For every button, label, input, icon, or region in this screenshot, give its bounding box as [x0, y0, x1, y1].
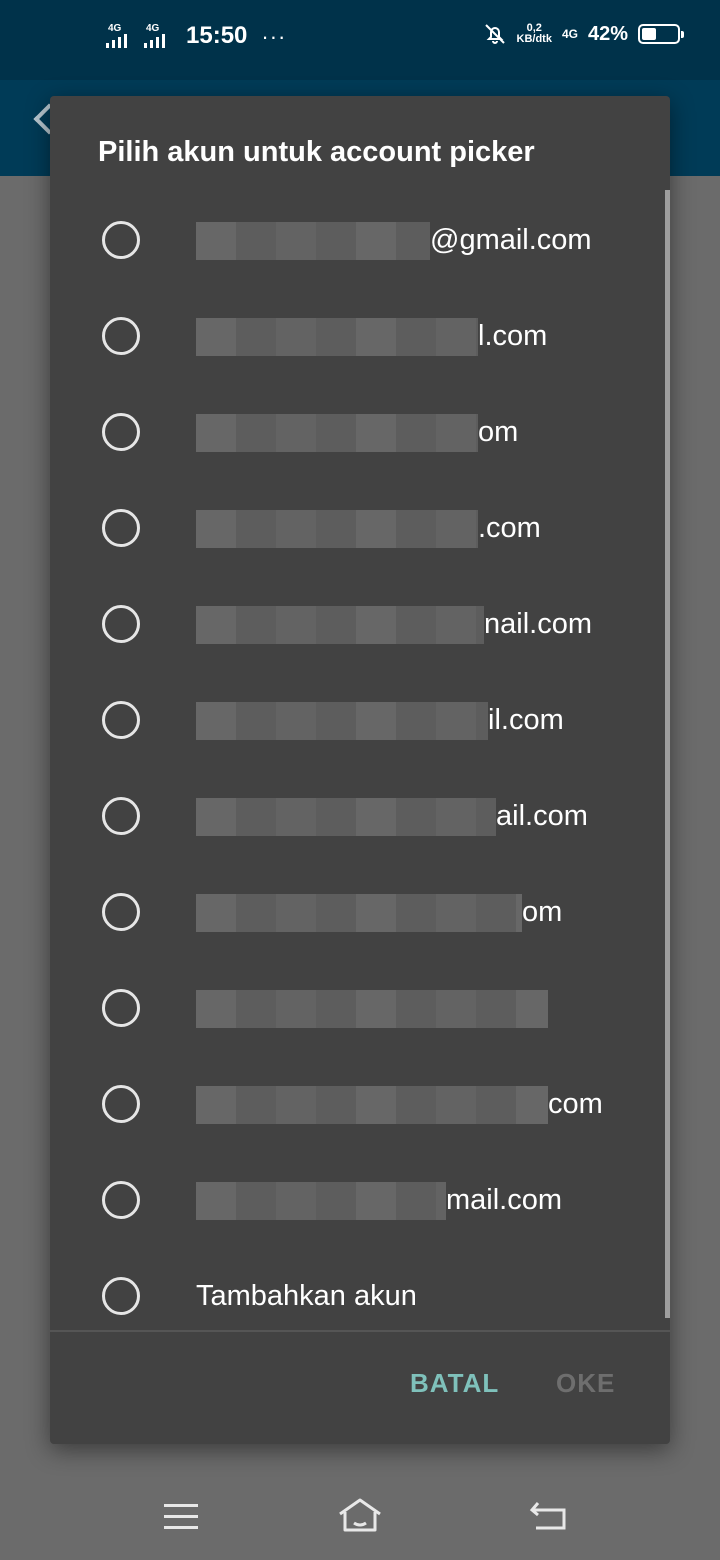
- redacted-block: [196, 702, 488, 741]
- sim2-label: 4G: [146, 23, 160, 34]
- account-email: om: [196, 412, 646, 453]
- redacted-block: [196, 606, 484, 645]
- dialog-title: Pilih akun untuk account picker: [98, 136, 535, 168]
- account-email: @gmail.com: [196, 220, 646, 261]
- redacted-block: [196, 1086, 548, 1125]
- radio-button[interactable]: [102, 605, 140, 643]
- battery-icon: [638, 24, 684, 44]
- scrollbar[interactable]: [665, 190, 670, 1318]
- more-notifications-indicator: ···: [261, 24, 287, 49]
- account-email: [196, 988, 646, 1029]
- battery-percent: 42%: [587, 22, 628, 45]
- redacted-block: [196, 222, 430, 261]
- list-item[interactable]: nail.com: [50, 576, 670, 672]
- radio-button[interactable]: [102, 701, 140, 739]
- account-email: com: [196, 1084, 646, 1125]
- radio-button[interactable]: [102, 509, 140, 547]
- navigation-bar: [0, 1466, 720, 1560]
- redacted-block: [196, 894, 522, 933]
- redacted-block: [196, 318, 478, 357]
- radio-button[interactable]: [102, 1181, 140, 1219]
- radio-button[interactable]: [102, 413, 140, 451]
- account-email: .com: [196, 508, 646, 549]
- redacted-block: [196, 990, 548, 1029]
- status-right: 0,2 KB/dtk 4G 42%: [483, 22, 684, 46]
- clock: 15:50: [186, 22, 248, 49]
- bell-off-icon: [484, 24, 505, 44]
- sim1-label: 4G: [108, 23, 122, 34]
- status-bar: 4G 4G 15:50 ··· 0,2 KB/dtk 4G 42%: [0, 0, 720, 80]
- list-item[interactable]: [50, 960, 670, 1056]
- home-icon[interactable]: [336, 1496, 384, 1536]
- sim1-signal-icon: 4G: [106, 23, 136, 48]
- speed-unit: KB/dtk: [516, 33, 552, 45]
- list-item[interactable]: om: [50, 864, 670, 960]
- list-item[interactable]: @gmail.com: [50, 192, 670, 288]
- network-type: 4G: [561, 27, 578, 41]
- radio-button[interactable]: [102, 893, 140, 931]
- account-email: ail.com: [196, 796, 646, 837]
- redacted-block: [196, 798, 496, 837]
- cancel-button[interactable]: BATAL: [410, 1368, 499, 1399]
- list-item[interactable]: com: [50, 1056, 670, 1152]
- radio-button[interactable]: [102, 1277, 140, 1315]
- divider: [50, 1330, 670, 1332]
- account-email: il.com: [196, 700, 646, 741]
- account-picker-dialog: Pilih akun untuk account picker @gmail.c…: [50, 96, 670, 1444]
- account-email: om: [196, 892, 646, 933]
- sim2-signal-icon: 4G: [144, 23, 174, 48]
- network-speed: 0,2 KB/dtk: [517, 23, 552, 45]
- list-item[interactable]: .com: [50, 480, 670, 576]
- back-icon[interactable]: [528, 1500, 568, 1532]
- menu-icon[interactable]: [164, 1504, 198, 1529]
- redacted-block: [196, 510, 478, 549]
- radio-button[interactable]: [102, 797, 140, 835]
- radio-button[interactable]: [102, 221, 140, 259]
- list-item[interactable]: mail.com: [50, 1152, 670, 1248]
- list-item[interactable]: om: [50, 384, 670, 480]
- status-left: 4G 4G 15:50 ···: [106, 24, 286, 48]
- add-account-label: Tambahkan akun: [196, 1280, 417, 1312]
- list-item[interactable]: ail.com: [50, 768, 670, 864]
- list-item[interactable]: il.com: [50, 672, 670, 768]
- radio-button[interactable]: [102, 317, 140, 355]
- redacted-block: [196, 414, 478, 453]
- radio-button[interactable]: [102, 1085, 140, 1123]
- account-email: mail.com: [196, 1180, 646, 1221]
- account-email: l.com: [196, 316, 646, 357]
- radio-button[interactable]: [102, 989, 140, 1027]
- redacted-block: [196, 1182, 446, 1221]
- ok-button[interactable]: OKE: [556, 1368, 615, 1399]
- account-email: nail.com: [196, 604, 646, 645]
- account-list[interactable]: @gmail.com l.com om .com nail.com il.com…: [50, 192, 670, 1428]
- list-item[interactable]: l.com: [50, 288, 670, 384]
